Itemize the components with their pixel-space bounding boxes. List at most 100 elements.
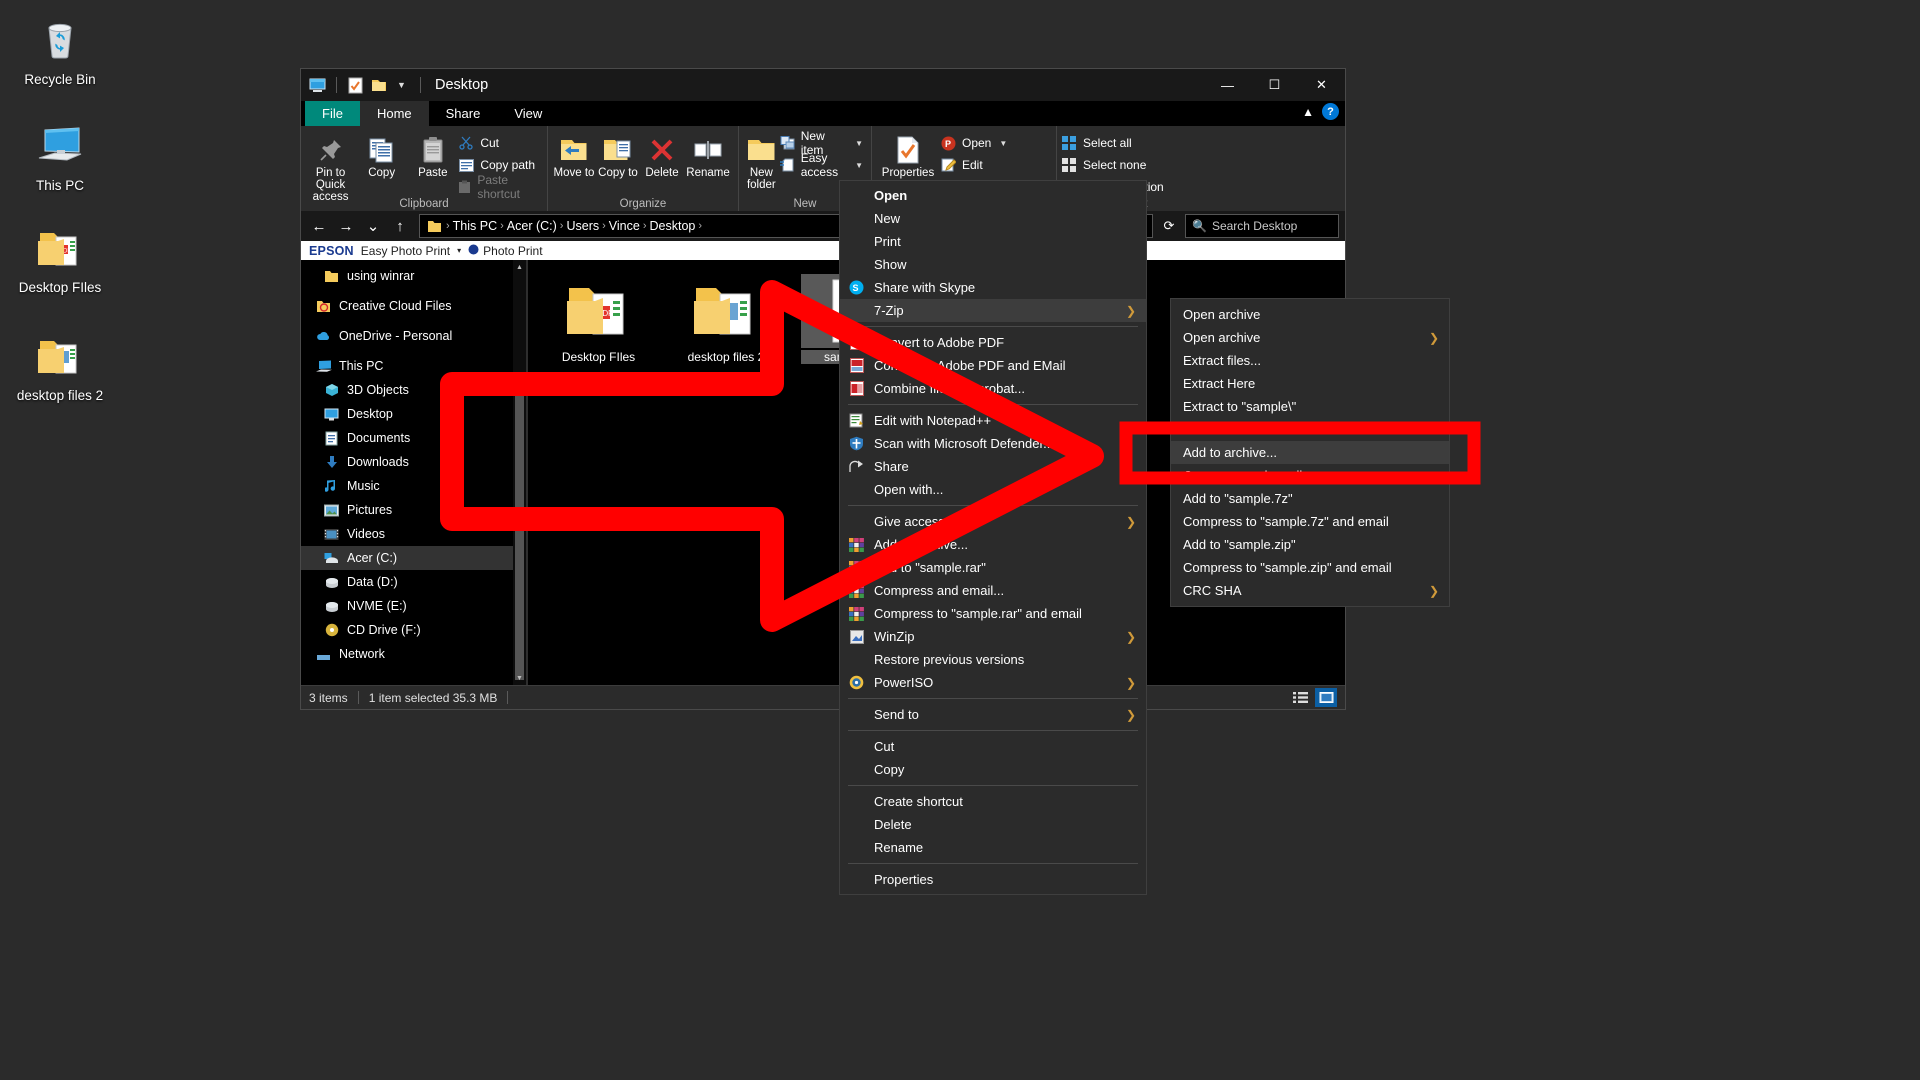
context-menu-item-scan-with-microsoft-defender[interactable]: Scan with Microsoft Defender... [840,432,1146,455]
nav-item-onedrive-personal[interactable]: OneDrive - Personal [301,324,526,348]
nav-item-creative-cloud-files[interactable]: Creative Cloud Files [301,294,526,318]
context-menu-item-winzip[interactable]: WinZip ❯ [840,625,1146,648]
context-menu-item-new[interactable]: New [840,207,1146,230]
recent-locations-button[interactable]: ⌄ [361,214,385,238]
chevron-down-icon[interactable]: ▼ [999,139,1007,148]
submenu-item-open-archive-sub[interactable]: Open archive ❯ [1171,326,1449,349]
submenu-item-extract-files[interactable]: Extract files... [1171,349,1449,372]
context-menu-item-combine-files-in-acrobat[interactable]: Combine files in Acrobat... [840,377,1146,400]
new-item-button[interactable]: New item ▼ [780,134,867,152]
submenu-item-compress-and-email[interactable]: Compress and email... [1171,464,1449,487]
tab-home[interactable]: Home [360,101,429,126]
breadcrumb-item-this-pc[interactable]: This PC [453,219,497,233]
breadcrumb-item-vince[interactable]: Vince [609,219,640,233]
nav-item-downloads[interactable]: Downloads [301,450,526,474]
submenu-item-test-archive[interactable]: Test archive [1171,418,1449,441]
nav-item-videos[interactable]: Videos [301,522,526,546]
nav-item-this-pc[interactable]: This PC [301,354,526,378]
properties-icon[interactable] [347,77,364,94]
context-menu-item-create-shortcut[interactable]: Create shortcut [840,790,1146,813]
submenu-item-add-to-archive[interactable]: Add to archive... [1171,441,1449,464]
submenu-item-extract-here[interactable]: Extract Here [1171,372,1449,395]
scroll-up-arrow[interactable]: ▲ [513,260,526,274]
tab-view[interactable]: View [497,101,559,126]
nav-item-acer-c[interactable]: Acer (C:) [301,546,526,570]
context-menu-item-7-zip[interactable]: 7-Zip ❯ [840,299,1146,322]
scroll-thumb[interactable] [515,390,524,680]
submenu-item-compress-to-sample-zip-and-email[interactable]: Compress to "sample.zip" and email [1171,556,1449,579]
chevron-down-icon[interactable]: ▼ [855,161,863,170]
submenu-item-compress-to-sample-7z-and-email[interactable]: Compress to "sample.7z" and email [1171,510,1449,533]
close-button[interactable]: ✕ [1298,69,1345,101]
nav-item-using-winrar[interactable]: using winrar [301,264,526,288]
edit-button[interactable]: Edit [940,156,1011,174]
list-item[interactable]: PDF Desktop FIles [546,274,651,364]
paste-shortcut-button[interactable]: Paste shortcut [458,178,543,196]
context-menu-item-show[interactable]: Show [840,253,1146,276]
desktop-icon-desktop-files[interactable]: PDF Desktop FIles [0,212,120,295]
context-menu-item-open-with[interactable]: Open with... [840,478,1146,501]
context-menu-item-cut[interactable]: Cut [840,735,1146,758]
minimize-button[interactable]: — [1204,69,1251,101]
new-folder-icon[interactable] [370,77,387,94]
list-item[interactable]: desktop files 2 [673,274,778,364]
large-icons-view-icon[interactable] [1315,688,1337,707]
nav-item-music[interactable]: Music [301,474,526,498]
epson-photo-print-button[interactable]: Photo Print [468,244,542,258]
context-menu-item-restore-previous-versions[interactable]: Restore previous versions [840,648,1146,671]
context-menu-item-poweriso[interactable]: PowerISO ❯ [840,671,1146,694]
this-pc-icon[interactable] [309,77,326,94]
back-button[interactable]: ← [307,214,331,238]
breadcrumb-item-acer-c[interactable]: Acer (C:) [507,219,557,233]
nav-item-nvme-e[interactable]: NVME (E:) [301,594,526,618]
refresh-icon[interactable]: ⟳ [1156,214,1182,238]
nav-item-pictures[interactable]: Pictures [301,498,526,522]
context-menu-item-add-to-sample-rar[interactable]: Add to "sample.rar" [840,556,1146,579]
context-menu-item-add-to-archive[interactable]: Add to archive... [840,533,1146,556]
scroll-down-arrow[interactable]: ▼ [513,671,526,685]
context-menu-item-rename[interactable]: Rename [840,836,1146,859]
chevron-down-icon[interactable]: ▼ [855,139,863,148]
submenu-item-crc-sha[interactable]: CRC SHA ❯ [1171,579,1449,602]
tab-file[interactable]: File [305,101,360,126]
chevron-down-icon[interactable]: ▾ [457,246,461,255]
context-menu-item-open[interactable]: Open [840,184,1146,207]
submenu-item-add-to-sample-7z[interactable]: Add to "sample.7z" [1171,487,1449,510]
cut-button[interactable]: Cut [458,134,543,152]
nav-item-data-d[interactable]: Data (D:) [301,570,526,594]
context-menu-item-share[interactable]: Share [840,455,1146,478]
context-menu-item-print[interactable]: Print [840,230,1146,253]
seven-zip-submenu[interactable]: Open archive Open archive ❯ Extract file… [1170,298,1450,607]
submenu-item-extract-to-sample[interactable]: Extract to "sample\" [1171,395,1449,418]
open-button[interactable]: P Open ▼ [940,134,1011,152]
easy-access-button[interactable]: Easy access ▼ [780,156,867,174]
help-icon[interactable]: ? [1322,103,1339,120]
copy-path-button[interactable]: Copy path [458,156,543,174]
details-view-icon[interactable] [1289,688,1311,707]
tab-share[interactable]: Share [429,101,498,126]
breadcrumb-item-users[interactable]: Users [566,219,599,233]
submenu-item-open-archive[interactable]: Open archive [1171,303,1449,326]
context-menu-item-copy[interactable]: Copy [840,758,1146,781]
search-input[interactable]: 🔍 Search Desktop [1185,214,1339,238]
context-menu-item-send-to[interactable]: Send to ❯ [840,703,1146,726]
context-menu[interactable]: Open New Print Show S Share with Skype 7… [839,180,1147,895]
up-button[interactable]: ↑ [388,214,412,238]
select-none-button[interactable]: Select none [1061,156,1168,174]
context-menu-item-share-with-skype[interactable]: S Share with Skype [840,276,1146,299]
context-menu-item-properties[interactable]: Properties [840,868,1146,891]
breadcrumb-item-desktop[interactable]: Desktop [650,219,696,233]
context-menu-item-compress-to-sample-rar-and-email[interactable]: Compress to "sample.rar" and email [840,602,1146,625]
context-menu-item-convert-to-adobe-pdf-and-email[interactable]: Convert to Adobe PDF and EMail [840,354,1146,377]
nav-item-3d-objects[interactable]: 3D Objects [301,378,526,402]
context-menu-item-give-access-to[interactable]: Give access to ❯ [840,510,1146,533]
submenu-item-add-to-sample-zip[interactable]: Add to "sample.zip" [1171,533,1449,556]
nav-item-network[interactable]: Network [301,642,526,666]
desktop-icon-desktop-files-2[interactable]: desktop files 2 [0,320,120,403]
select-all-button[interactable]: Select all [1061,134,1168,152]
chevron-up-icon[interactable]: ▲ [1302,105,1314,119]
context-menu-item-convert-to-adobe-pdf[interactable]: PDF Convert to Adobe PDF [840,331,1146,354]
nav-scrollbar[interactable]: ▲ ▼ [513,260,526,685]
nav-item-desktop[interactable]: Desktop [301,402,526,426]
nav-item-cd-drive-f[interactable]: CD Drive (F:) [301,618,526,642]
